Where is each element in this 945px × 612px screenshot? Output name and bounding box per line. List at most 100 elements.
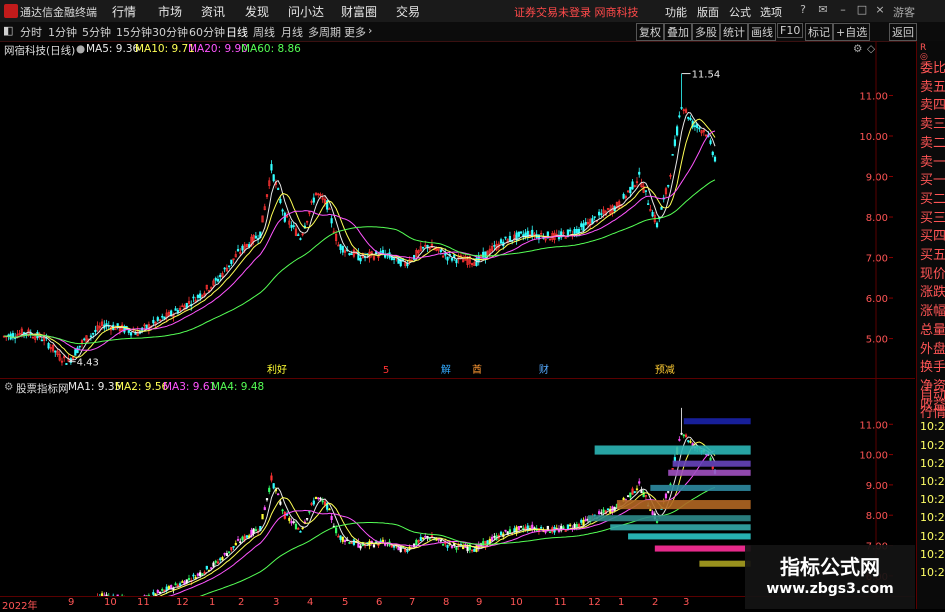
tool-multi-stock[interactable]: 多股 (692, 23, 720, 41)
quote-field-label: 委比 (920, 57, 945, 76)
candle-body (193, 297, 195, 298)
tool-mark[interactable]: 标记 (805, 23, 833, 41)
period-more[interactable]: 更多 (344, 24, 366, 40)
candle-body (420, 537, 422, 540)
tool-draw[interactable]: 画线 (748, 23, 776, 41)
minimize-icon[interactable]: – (836, 3, 850, 17)
period-weekly[interactable]: 周线 (253, 24, 275, 40)
candle-body (66, 363, 68, 364)
ma-20-line (4, 451, 715, 597)
candle-body (335, 528, 337, 533)
quote-field-label: 卖一 (920, 151, 945, 170)
tool-add-watchlist[interactable]: +自选 (833, 23, 870, 41)
more-chevron-icon[interactable]: › (368, 24, 372, 37)
menu-layout[interactable]: 版面 (697, 4, 719, 20)
watermark: 指标公式网 www.zbgs3.com (745, 545, 915, 609)
candle-body (315, 497, 317, 499)
menu-item-trade[interactable]: 交易 (396, 3, 420, 20)
candle-body (453, 255, 455, 257)
tool-back[interactable]: 返回 (889, 23, 917, 41)
close-icon[interactable]: × (873, 3, 887, 17)
message-icon[interactable]: ✉ (816, 3, 830, 17)
candle-body (280, 199, 282, 202)
tool-adjust[interactable]: 复权 (636, 23, 664, 41)
kline-pane[interactable]: 网宿科技(日线) ● MA5: 9.36 MA10: 9.71 MA20: 9.… (0, 41, 915, 378)
tick-time-label: 10:27 (920, 548, 945, 561)
x-tick-label: 2022年 (2, 597, 37, 612)
tick-time-label: 10:27 (920, 566, 945, 579)
menu-item-wealth[interactable]: 财富圈 (341, 3, 377, 20)
period-60min[interactable]: 60分钟 (189, 24, 225, 40)
candle-body (338, 536, 340, 537)
candle-body (494, 245, 496, 246)
candle-body (153, 320, 155, 323)
menu-function[interactable]: 功能 (665, 4, 687, 20)
period-timeshare[interactable]: 分时 (20, 24, 42, 40)
candle-body (79, 346, 81, 347)
period-30min[interactable]: 30分钟 (152, 24, 188, 40)
candle-body (416, 540, 418, 545)
candle-body (273, 175, 275, 181)
y-tick-label: 5.00 (866, 335, 888, 346)
candle-body (520, 526, 522, 527)
candle-body (580, 520, 582, 522)
candle-body (311, 504, 313, 505)
period-1min[interactable]: 1分钟 (48, 24, 77, 40)
kline-chart[interactable]: 11.0010.009.008.007.006.005.0011.544.43利… (0, 41, 915, 378)
tool-overlay[interactable]: 叠加 (664, 23, 692, 41)
y-tick-label: 11.00 (859, 420, 888, 431)
period-daily[interactable]: 日线 (226, 24, 248, 40)
candle-body (699, 128, 701, 129)
event-label: 酋 (472, 363, 482, 376)
profile-bar (617, 500, 751, 509)
candle-body (293, 226, 295, 227)
maximize-icon[interactable]: □ (855, 3, 869, 17)
x-tick-label: 6 (376, 597, 382, 608)
tool-stats[interactable]: 统计 (720, 23, 748, 41)
candle-body (473, 549, 475, 551)
candle-body (623, 194, 625, 198)
candle-body (175, 309, 177, 311)
watermark-url: www.zbgs3.com (745, 581, 915, 597)
menu-formula[interactable]: 公式 (729, 4, 751, 20)
candle-body (578, 229, 580, 232)
app-logo-icon (4, 4, 18, 18)
candle-body (393, 259, 395, 260)
candle-body (563, 527, 565, 528)
candle-body (451, 546, 453, 548)
guest-label[interactable]: 游客 (893, 4, 915, 20)
menu-item-quotes[interactable]: 行情 (112, 3, 136, 20)
menu-item-ask[interactable]: 问小达 (288, 3, 324, 20)
period-5min[interactable]: 5分钟 (82, 24, 111, 40)
period-15min[interactable]: 15分钟 (116, 24, 152, 40)
tool-f10[interactable]: F10 (777, 23, 803, 38)
candle-body (672, 468, 674, 469)
candle-body (672, 154, 674, 155)
menu-item-news[interactable]: 资讯 (201, 3, 225, 20)
candle-body (297, 528, 299, 529)
candle-body (636, 489, 638, 490)
toggle-panel-icon[interactable]: ◧ (3, 24, 13, 37)
candle-body (679, 116, 681, 117)
y-tick-label: 9.00 (866, 173, 888, 184)
candle-body (353, 540, 355, 545)
login-notice[interactable]: 证券交易未登录 网商科技 (514, 4, 639, 20)
menu-item-market[interactable]: 市场 (158, 3, 182, 20)
menu-item-discover[interactable]: 发现 (245, 3, 269, 20)
candle-body (179, 584, 181, 586)
candle-body (83, 339, 85, 340)
candle-body (462, 547, 464, 549)
candle-body (271, 164, 273, 170)
candle-body (436, 539, 438, 540)
period-multi[interactable]: 多周期 (308, 24, 341, 40)
menu-options[interactable]: 选项 (760, 4, 782, 20)
candle-body (447, 257, 449, 260)
period-monthly[interactable]: 月线 (281, 24, 303, 40)
help-icon[interactable]: ? (796, 3, 810, 17)
candle-body (349, 542, 351, 543)
profile-bar (595, 445, 751, 454)
profile-bar (699, 561, 750, 567)
profile-bar (655, 546, 751, 552)
candle-body (424, 536, 426, 537)
candle-body (710, 141, 712, 144)
